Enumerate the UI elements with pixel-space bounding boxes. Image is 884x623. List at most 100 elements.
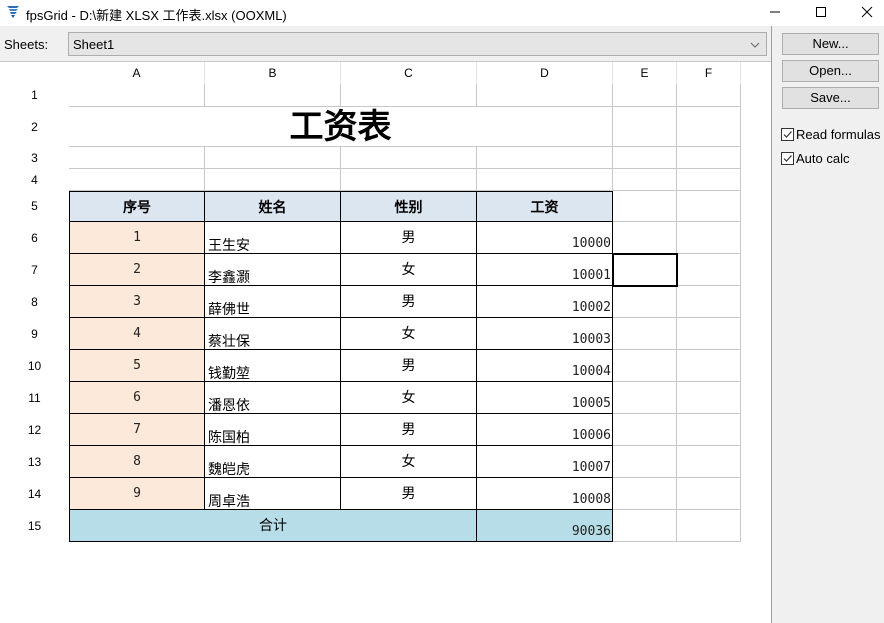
cell-name[interactable]: 魏皑虎 bbox=[205, 446, 341, 478]
row-header-2[interactable]: 2 bbox=[0, 107, 69, 147]
cell-e2[interactable] bbox=[613, 107, 677, 147]
auto-calc-checkbox[interactable]: Auto calc bbox=[781, 150, 849, 166]
row-header-7[interactable]: 7 bbox=[0, 254, 69, 286]
cell-e6[interactable] bbox=[613, 222, 677, 254]
header-cell[interactable]: 工资 bbox=[477, 191, 613, 222]
cell-f5[interactable] bbox=[677, 191, 741, 222]
column-header-a[interactable]: A bbox=[69, 62, 205, 84]
cell-index[interactable]: 6 bbox=[69, 382, 205, 414]
cell-salary[interactable]: 10004 bbox=[477, 350, 613, 382]
column-header-f[interactable]: F bbox=[677, 62, 741, 84]
row-header-11[interactable]: 11 bbox=[0, 382, 69, 414]
cell-sex[interactable]: 女 bbox=[341, 254, 477, 286]
cell-salary[interactable]: 10007 bbox=[477, 446, 613, 478]
cell-b3[interactable] bbox=[205, 147, 341, 169]
selected-cell-cursor[interactable] bbox=[612, 253, 678, 287]
save-button[interactable]: Save... bbox=[782, 87, 879, 109]
cell-name[interactable]: 王生安 bbox=[205, 222, 341, 254]
cell-e10[interactable] bbox=[613, 350, 677, 382]
cell-e8[interactable] bbox=[613, 286, 677, 318]
cell-b4[interactable] bbox=[205, 169, 341, 191]
row-header-5[interactable]: 5 bbox=[0, 191, 69, 222]
close-button[interactable] bbox=[844, 0, 884, 26]
cell-salary[interactable]: 10002 bbox=[477, 286, 613, 318]
cell-index[interactable]: 5 bbox=[69, 350, 205, 382]
cell-f1[interactable] bbox=[677, 84, 741, 107]
cell-a1[interactable] bbox=[69, 84, 205, 107]
cell-c4[interactable] bbox=[341, 169, 477, 191]
cell-f6[interactable] bbox=[677, 222, 741, 254]
row-header-8[interactable]: 8 bbox=[0, 286, 69, 318]
cell-f8[interactable] bbox=[677, 286, 741, 318]
header-cell[interactable]: 序号 bbox=[69, 191, 205, 222]
cell-index[interactable]: 4 bbox=[69, 318, 205, 350]
cell-e4[interactable] bbox=[613, 169, 677, 191]
cell-d3[interactable] bbox=[477, 147, 613, 169]
row-header-15[interactable]: 15 bbox=[0, 510, 69, 542]
row-header-1[interactable]: 1 bbox=[0, 84, 69, 107]
cell-salary[interactable]: 10006 bbox=[477, 414, 613, 446]
cell-index[interactable]: 7 bbox=[69, 414, 205, 446]
cell-a4[interactable] bbox=[69, 169, 205, 191]
cell-e1[interactable] bbox=[613, 84, 677, 107]
cell-sex[interactable]: 女 bbox=[341, 382, 477, 414]
cell-index[interactable]: 3 bbox=[69, 286, 205, 318]
cell-name[interactable]: 陈国柏 bbox=[205, 414, 341, 446]
cell-name[interactable]: 薛佛世 bbox=[205, 286, 341, 318]
cell-e5[interactable] bbox=[613, 191, 677, 222]
cell-f4[interactable] bbox=[677, 169, 741, 191]
cell-f3[interactable] bbox=[677, 147, 741, 169]
new-button[interactable]: New... bbox=[782, 33, 879, 55]
cell-name[interactable]: 潘恩依 bbox=[205, 382, 341, 414]
cell-e12[interactable] bbox=[613, 414, 677, 446]
row-header-13[interactable]: 13 bbox=[0, 446, 69, 478]
row-header-10[interactable]: 10 bbox=[0, 350, 69, 382]
cell-index[interactable]: 2 bbox=[69, 254, 205, 286]
cell-f7[interactable] bbox=[677, 254, 741, 286]
row-header-14[interactable]: 14 bbox=[0, 478, 69, 510]
total-value-cell[interactable]: 90036 bbox=[477, 510, 613, 542]
cell-e13[interactable] bbox=[613, 446, 677, 478]
cell-salary[interactable]: 10001 bbox=[477, 254, 613, 286]
cell-name[interactable]: 钱勤堃 bbox=[205, 350, 341, 382]
cell-salary[interactable]: 10005 bbox=[477, 382, 613, 414]
column-header-b[interactable]: B bbox=[205, 62, 341, 84]
read-formulas-checkbox[interactable]: Read formulas bbox=[781, 126, 881, 142]
cell-salary[interactable]: 10003 bbox=[477, 318, 613, 350]
cell-f10[interactable] bbox=[677, 350, 741, 382]
header-cell[interactable]: 性别 bbox=[341, 191, 477, 222]
cell-d4[interactable] bbox=[477, 169, 613, 191]
open-button[interactable]: Open... bbox=[782, 60, 879, 82]
cell-index[interactable]: 8 bbox=[69, 446, 205, 478]
cell-name[interactable]: 蔡壮保 bbox=[205, 318, 341, 350]
header-cell[interactable]: 姓名 bbox=[205, 191, 341, 222]
cell-e14[interactable] bbox=[613, 478, 677, 510]
row-header-6[interactable]: 6 bbox=[0, 222, 69, 254]
cell-index[interactable]: 1 bbox=[69, 222, 205, 254]
cell-f13[interactable] bbox=[677, 446, 741, 478]
cell-name[interactable]: 周卓浩 bbox=[205, 478, 341, 510]
cell-sex[interactable]: 男 bbox=[341, 350, 477, 382]
cell-f12[interactable] bbox=[677, 414, 741, 446]
column-header-e[interactable]: E bbox=[613, 62, 677, 84]
cell-e11[interactable] bbox=[613, 382, 677, 414]
cell-f14[interactable] bbox=[677, 478, 741, 510]
cell-sex[interactable]: 男 bbox=[341, 414, 477, 446]
cell-f15[interactable] bbox=[677, 510, 741, 542]
cell-e3[interactable] bbox=[613, 147, 677, 169]
cell-salary[interactable]: 10008 bbox=[477, 478, 613, 510]
row-header-4[interactable]: 4 bbox=[0, 169, 69, 191]
maximize-button[interactable] bbox=[798, 0, 844, 26]
cell-sex[interactable]: 女 bbox=[341, 446, 477, 478]
cell-name[interactable]: 李鑫灏 bbox=[205, 254, 341, 286]
cell-sex[interactable]: 男 bbox=[341, 286, 477, 318]
row-header-3[interactable]: 3 bbox=[0, 147, 69, 169]
minimize-button[interactable] bbox=[752, 0, 798, 26]
cell-e15[interactable] bbox=[613, 510, 677, 542]
column-header-d[interactable]: D bbox=[477, 62, 613, 84]
row-header-9[interactable]: 9 bbox=[0, 318, 69, 350]
total-label-cell[interactable]: 合计 bbox=[69, 510, 477, 542]
column-header-c[interactable]: C bbox=[341, 62, 477, 84]
cell-sex[interactable]: 男 bbox=[341, 478, 477, 510]
cell-sex[interactable]: 女 bbox=[341, 318, 477, 350]
